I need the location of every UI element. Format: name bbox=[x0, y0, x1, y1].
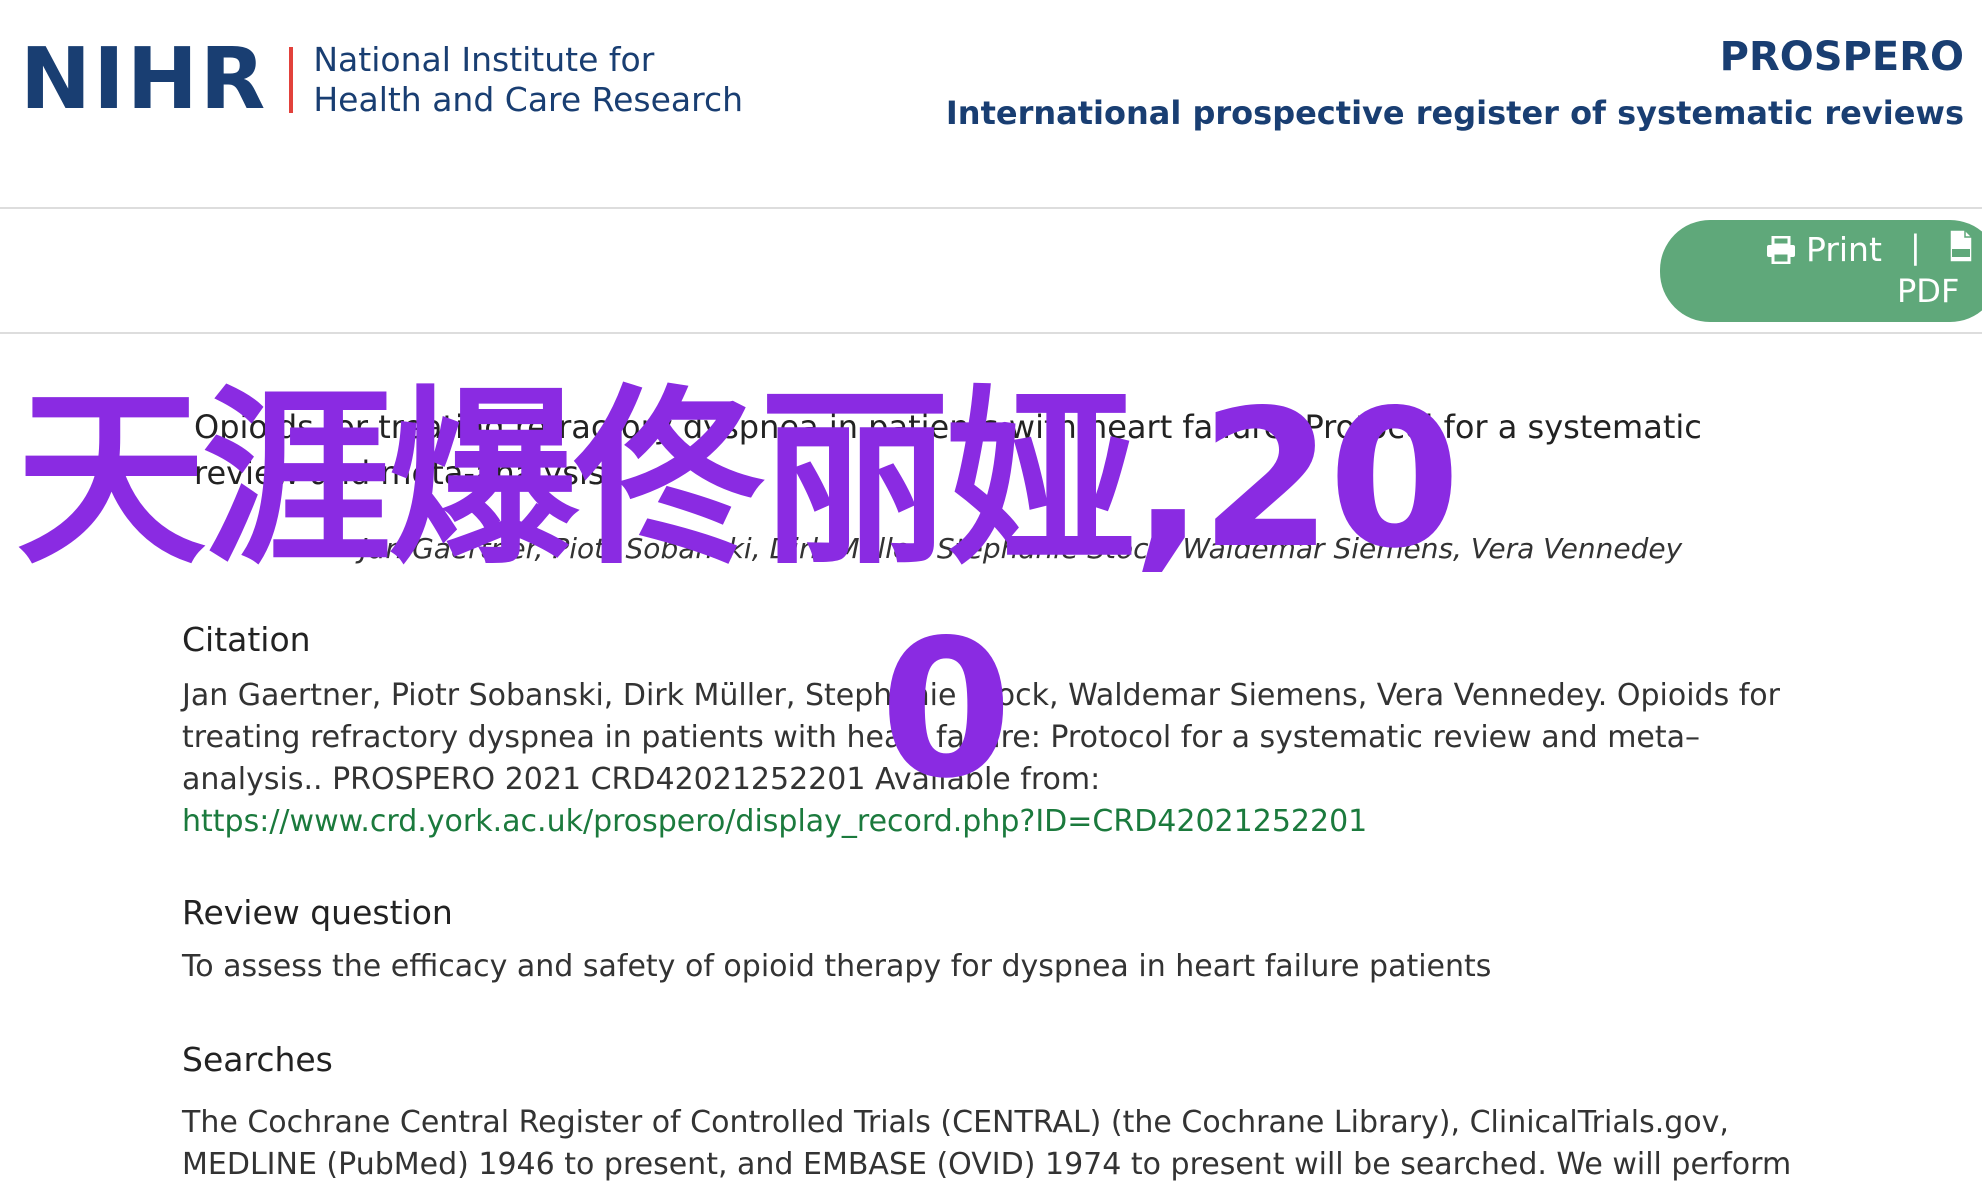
nihr-logo[interactable]: NIHR National Institute for Health and C… bbox=[20, 30, 743, 129]
logo-line-1: National Institute for bbox=[313, 40, 655, 79]
pdf-button[interactable]: PDF bbox=[1897, 272, 1959, 310]
site-title[interactable]: PROSPERO bbox=[1720, 34, 1964, 80]
logo-divider bbox=[289, 47, 294, 113]
searches-text: The Cochrane Central Register of Control… bbox=[182, 1105, 1792, 1182]
toolbar-divider bbox=[0, 332, 1982, 334]
printer-icon bbox=[1767, 235, 1795, 264]
logo-acronym: NIHR bbox=[20, 30, 268, 129]
review-question-text: To assess the efficacy and safety of opi… bbox=[182, 949, 1492, 984]
citation-link[interactable]: https://www.crd.york.ac.uk/prospero/disp… bbox=[182, 804, 1367, 839]
record-title: Opioids for treating refractory dyspnea … bbox=[194, 408, 1702, 492]
pdf-file-icon[interactable] bbox=[1948, 229, 1974, 263]
citation-body: Jan Gaertner, Piotr Sobanski, Dirk Mülle… bbox=[182, 678, 1780, 797]
logo-text: National Institute for Health and Care R… bbox=[313, 40, 743, 120]
print-button[interactable]: Print bbox=[1766, 230, 1882, 269]
record-authors: Jan Gaertner, Piotr Sobanski, Dirk Mülle… bbox=[360, 532, 1683, 565]
citation-text: Jan Gaertner, Piotr Sobanski, Dirk Mülle… bbox=[182, 675, 1802, 843]
logo-line-2: Health and Care Research bbox=[313, 80, 744, 119]
citation-heading: Citation bbox=[182, 620, 311, 659]
print-label: Print bbox=[1806, 230, 1882, 269]
toolbar-separator: | bbox=[1910, 228, 1921, 266]
site-header: NIHR National Institute for Health and C… bbox=[0, 0, 1982, 207]
searches-heading: Searches bbox=[182, 1040, 333, 1079]
review-question-heading: Review question bbox=[182, 893, 453, 932]
site-subtitle: International prospective register of sy… bbox=[945, 94, 1964, 132]
